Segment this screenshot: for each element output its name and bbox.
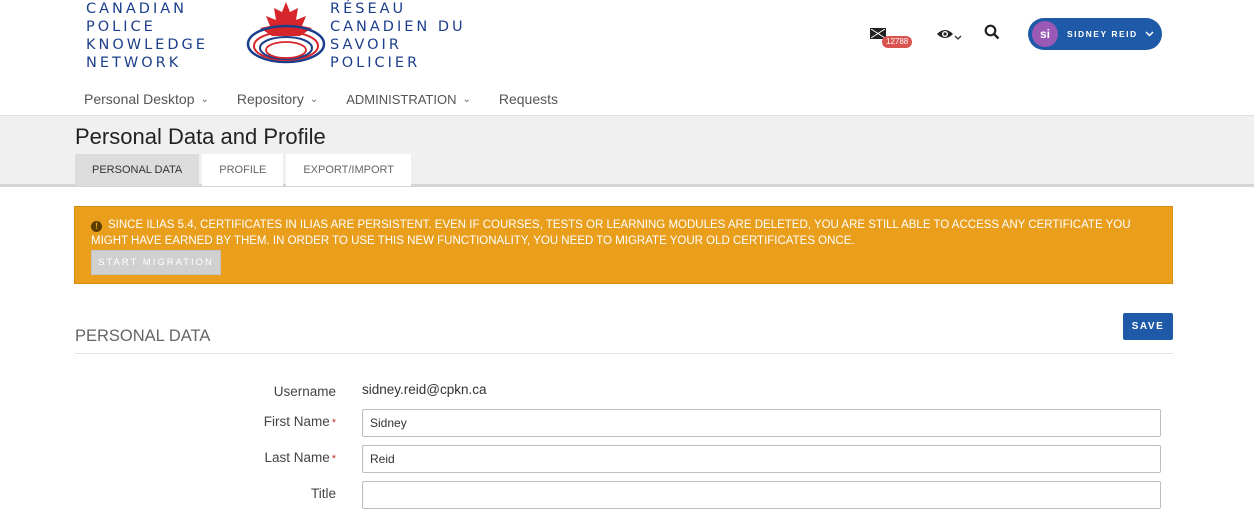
first-name-label: First Name *: [264, 414, 336, 429]
nav-label: ADMINISTRATION: [346, 91, 457, 107]
page-header: Personal Data and Profile PERSONAL DATA …: [0, 115, 1254, 187]
nav-label: Requests: [498, 91, 559, 107]
page-title: Personal Data and Profile: [75, 124, 326, 149]
last-name-label: Last Name *: [264, 450, 336, 465]
first-name-field[interactable]: [362, 409, 1161, 437]
header: CANADIAN POLICE KNOWLEDGE NETWORK RÉSEAU…: [0, 0, 1254, 86]
title-row: Title: [0, 481, 1254, 511]
eye-icon: [937, 30, 953, 38]
alert-message: SINCE ILIAS 5.4, CERTIFICATES IN ILIAS A…: [91, 219, 1131, 247]
logo-line: CANADIEN DU: [330, 19, 466, 35]
logo-line: POLICIER: [330, 55, 421, 71]
logo-line: CANADIAN: [86, 1, 188, 17]
required-marker: *: [331, 453, 336, 465]
label-text: First Name: [263, 414, 330, 429]
logo-line: SAVOIR: [330, 37, 402, 53]
logo-text-english: CANADIAN POLICE KNOWLEDGE NETWORK: [86, 0, 208, 72]
section-title: PERSONAL DATA: [75, 327, 211, 345]
username-value: sidney.reid@cpkn.ca: [362, 382, 487, 397]
logo-line: KNOWLEDGE: [86, 37, 208, 53]
tab-personal-data[interactable]: PERSONAL DATA: [75, 154, 200, 186]
search-button[interactable]: [984, 24, 1000, 45]
logo-line: POLICE: [86, 19, 156, 35]
last-name-field[interactable]: [362, 445, 1161, 473]
username-label: Username: [273, 384, 336, 399]
tab-profile[interactable]: PROFILE: [202, 154, 284, 186]
nav-personal-desktop[interactable]: Personal Desktop ⌄: [84, 91, 209, 107]
mail-count-badge: 12788: [882, 36, 913, 48]
last-name-row: Last Name *: [0, 445, 1254, 475]
main-nav: Personal Desktop ⌄ Repository ⌄ ADMINIST…: [84, 86, 586, 112]
nav-repository[interactable]: Repository ⌄: [237, 91, 318, 107]
nav-requests[interactable]: Requests: [499, 91, 558, 107]
chevron-down-icon: ⌄: [462, 93, 471, 105]
chevron-down-icon: ⌄: [309, 93, 319, 105]
certificate-migration-alert: ! SINCE ILIAS 5.4, CERTIFICATES IN ILIAS …: [74, 206, 1173, 284]
cpkn-logo[interactable]: CANADIAN POLICE KNOWLEDGE NETWORK RÉSEAU…: [84, 0, 504, 72]
username-row: Username sidney.reid@cpkn.ca: [0, 382, 1254, 412]
label-text: Last Name: [264, 450, 330, 465]
top-right-toolbar: 12788 si SIDNEY REID: [870, 18, 1162, 50]
awareness-tool-button[interactable]: [936, 27, 962, 41]
tab-export-import[interactable]: EXPORT/IMPORT: [286, 154, 412, 186]
personal-data-section-header: PERSONAL DATA SAVE: [75, 313, 1173, 354]
chevron-down-icon: [954, 35, 962, 40]
nav-label: Personal Desktop: [84, 91, 195, 107]
mail-button[interactable]: 12788: [870, 22, 913, 48]
user-name: SIDNEY REID: [1067, 29, 1138, 39]
nav-administration[interactable]: ADMINISTRATION ⌄: [346, 92, 471, 107]
chevron-down-icon: [1145, 31, 1154, 37]
user-menu-button[interactable]: si SIDNEY REID: [1028, 18, 1162, 50]
exclamation-icon: !: [91, 221, 102, 232]
first-name-row: First Name *: [0, 409, 1254, 439]
start-migration-button[interactable]: START MIGRATION: [91, 250, 221, 275]
search-icon: [984, 24, 1000, 39]
chevron-down-icon: ⌄: [200, 93, 209, 105]
logo-text-french: RÉSEAU CANADIEN DU SAVOIR POLICIER: [330, 0, 466, 72]
tab-bar: PERSONAL DATA PROFILE EXPORT/IMPORT: [75, 154, 414, 186]
avatar: si: [1032, 21, 1058, 47]
nav-label: Repository: [236, 91, 304, 107]
maple-leaf-emblem-icon: [246, 2, 326, 64]
title-field[interactable]: [362, 481, 1161, 509]
save-button[interactable]: SAVE: [1123, 313, 1173, 340]
logo-line: RÉSEAU: [330, 1, 407, 17]
required-marker: *: [331, 417, 336, 429]
logo-line: NETWORK: [86, 55, 182, 71]
